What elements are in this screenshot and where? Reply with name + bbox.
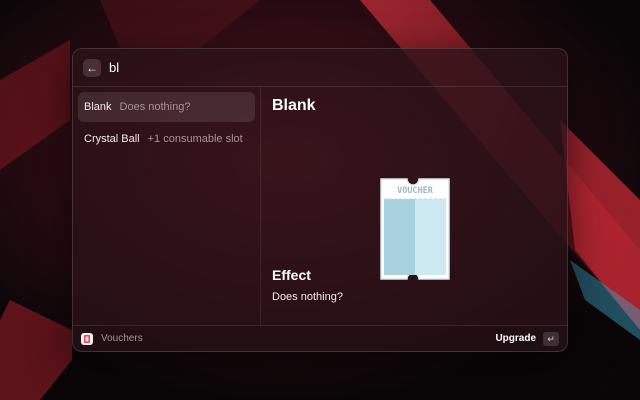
action-bar: Vouchers Upgrade ↵	[73, 325, 567, 351]
list-item-subtitle: +1 consumable slot	[147, 133, 243, 145]
list-item-title: Crystal Ball	[84, 133, 140, 145]
voucher-ticket-icon: VOUCHER	[380, 178, 450, 280]
launcher-window: ← bl Blank Does nothing? Crystal Ball +1…	[72, 48, 568, 352]
enter-key-icon[interactable]: ↵	[543, 331, 559, 346]
search-bar: ← bl	[73, 49, 567, 87]
list-item-crystal-ball[interactable]: Crystal Ball +1 consumable slot	[78, 124, 255, 154]
detail-title: Blank	[272, 97, 316, 114]
arrow-left-icon[interactable]: ←	[83, 58, 101, 77]
list-item-blank[interactable]: Blank Does nothing?	[78, 92, 255, 122]
search-input[interactable]: bl	[109, 60, 119, 75]
list-item-title: Blank	[84, 101, 112, 113]
list-item-subtitle: Does nothing?	[119, 101, 191, 113]
effect-description: Does nothing?	[272, 291, 343, 303]
upgrade-button[interactable]: Upgrade	[495, 333, 536, 344]
svg-text:VOUCHER: VOUCHER	[397, 186, 434, 196]
voucher-extension-icon	[81, 332, 93, 345]
results-list: Blank Does nothing? Crystal Ball +1 cons…	[73, 87, 261, 325]
extension-name: Vouchers	[101, 333, 143, 344]
detail-panel: Blank VOUCHER Effect Does nothing?	[261, 87, 567, 325]
effect-heading: Effect	[272, 267, 311, 283]
